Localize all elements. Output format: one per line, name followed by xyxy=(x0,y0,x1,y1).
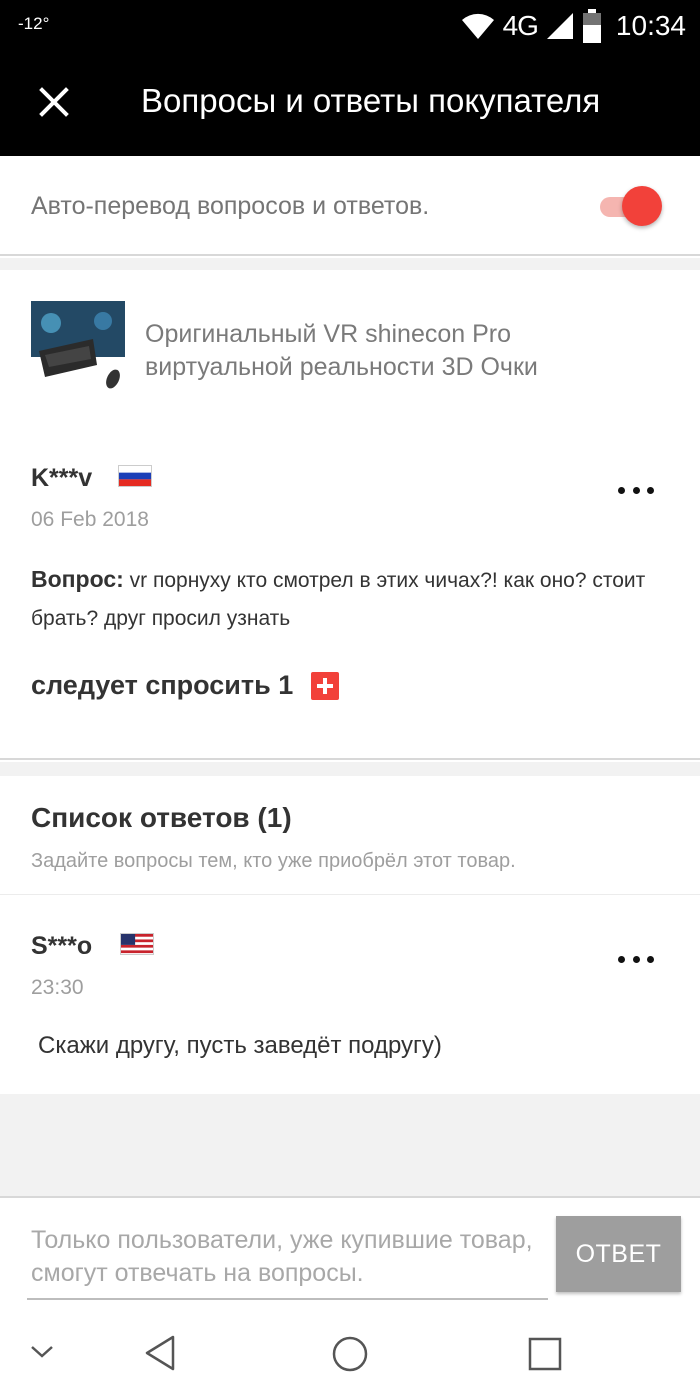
reply-input[interactable]: Только пользователи, уже купившие товар,… xyxy=(31,1224,541,1290)
question-prefix: Вопрос: xyxy=(31,566,124,592)
status-icons: 4G 10:34 xyxy=(461,6,686,46)
input-underline xyxy=(27,1298,548,1300)
network-type: 4G xyxy=(502,10,539,41)
add-ask-button[interactable] xyxy=(311,671,340,700)
answer-text: Скажи другу, пусть заведёт подругу) xyxy=(38,1032,442,1059)
reply-button[interactable]: ОТВЕТ xyxy=(556,1216,681,1292)
auto-translate-row: Авто-перевод вопросов и ответов. xyxy=(0,156,700,256)
divider xyxy=(0,894,700,895)
toggle-thumb xyxy=(622,186,662,226)
reply-area: Только пользователи, уже купившие товар,… xyxy=(0,1196,700,1310)
home-icon[interactable] xyxy=(330,1334,370,1374)
close-icon[interactable] xyxy=(34,82,74,122)
russia-flag-icon xyxy=(118,465,152,487)
auto-translate-toggle[interactable] xyxy=(598,183,662,229)
answers-title: Список ответов (1) xyxy=(31,802,292,833)
chevron-down-icon[interactable] xyxy=(30,1344,54,1360)
wifi-icon xyxy=(461,13,494,40)
navigation-bar xyxy=(0,1310,700,1400)
answer-time: 23:30 xyxy=(31,976,84,999)
temperature: -12° xyxy=(18,14,50,33)
question-more-icon[interactable] xyxy=(616,478,656,502)
usa-flag-icon xyxy=(120,933,154,955)
question-card: Оригинальный VR shinecon Pro виртуальной… xyxy=(0,270,700,760)
question-body: vr порнуху кто смотрел в этих чичах?! ка… xyxy=(31,569,646,630)
back-icon[interactable] xyxy=(143,1334,177,1372)
page-title: Вопросы и ответы покупателя xyxy=(141,82,601,119)
product-name-link[interactable]: Оригинальный VR shinecon Pro виртуальной… xyxy=(145,318,665,384)
auto-translate-label: Авто-перевод вопросов и ответов. xyxy=(31,192,430,220)
clock: 10:34 xyxy=(615,10,686,41)
answer-author: S***o xyxy=(31,932,93,960)
status-bar: -12° 4G 10:34 xyxy=(0,0,700,52)
empty-area xyxy=(0,1094,700,1196)
answer-more-icon[interactable] xyxy=(616,947,656,971)
recents-icon[interactable] xyxy=(527,1336,563,1372)
question-text: Вопрос: vr порнуху кто смотрел в этих чи… xyxy=(31,560,681,638)
ask-row: следует спросить 1 xyxy=(31,670,340,701)
question-author: K***v xyxy=(31,464,93,492)
app-bar: Вопросы и ответы покупателя xyxy=(0,52,700,156)
ask-label: следует спросить 1 xyxy=(31,670,294,700)
battery-icon xyxy=(582,9,601,43)
section-gap xyxy=(0,762,700,776)
answers-card: Список ответов (1) Задайте вопросы тем, … xyxy=(0,776,700,1094)
vr-headset-image[interactable] xyxy=(31,301,125,395)
section-gap xyxy=(0,258,700,270)
answers-hint: Задайте вопросы тем, кто уже приобрёл эт… xyxy=(31,850,516,872)
signal-icon xyxy=(546,13,573,39)
question-date: 06 Feb 2018 xyxy=(31,508,149,531)
